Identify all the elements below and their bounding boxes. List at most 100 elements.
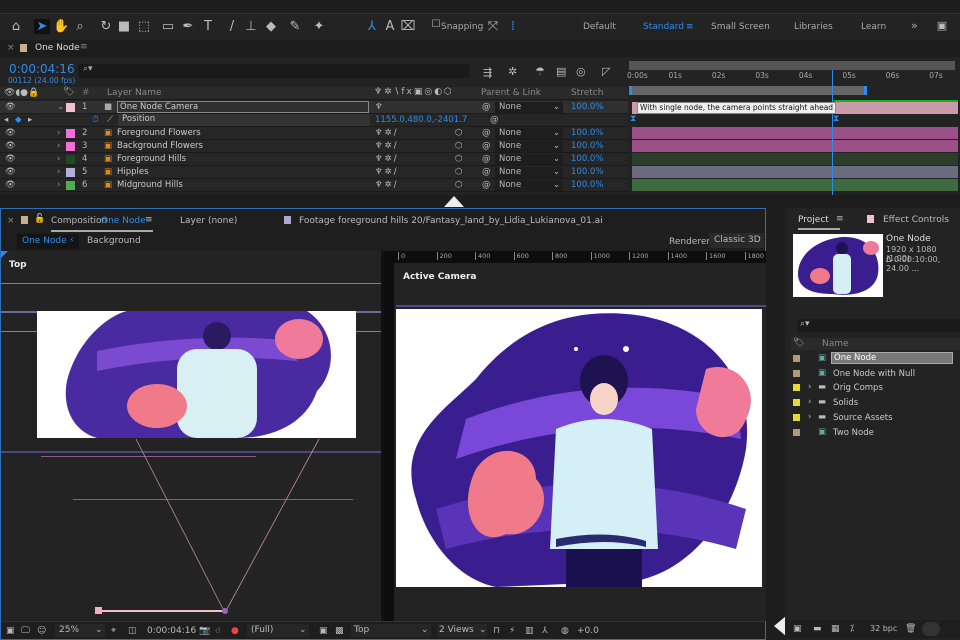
breadcrumb-background[interactable]: Background bbox=[87, 236, 141, 246]
comp-mini-flowchart-icon[interactable]: ⇶ bbox=[483, 66, 492, 79]
renderer-button[interactable]: Classic 3D bbox=[709, 233, 764, 248]
3d-layer-icon[interactable]: ⬡ bbox=[455, 154, 462, 164]
tab-menu-icon[interactable]: ≡ bbox=[145, 215, 153, 225]
world-axis-icon[interactable]: A bbox=[382, 19, 398, 34]
label-color[interactable] bbox=[793, 369, 800, 377]
reset-exposure-icon[interactable]: ◍ bbox=[561, 626, 569, 636]
shy-layers-icon[interactable]: ☂ bbox=[535, 65, 545, 78]
label-color[interactable] bbox=[66, 129, 75, 138]
pickwhip-icon[interactable]: @ bbox=[482, 141, 491, 151]
selection-tool-icon[interactable]: ➤ bbox=[34, 19, 50, 34]
magnification-dropdown[interactable]: 25% ⌄ bbox=[55, 624, 105, 637]
breadcrumb-current[interactable]: One Node ‹ bbox=[17, 234, 79, 249]
3d-layer-icon[interactable]: ⬡ bbox=[455, 128, 462, 138]
pickwhip-icon[interactable]: @ bbox=[482, 128, 491, 138]
flowchart-icon[interactable]: ⅄ bbox=[542, 626, 548, 636]
project-item-name[interactable]: Two Node bbox=[833, 428, 874, 438]
expand-chevron-icon[interactable]: › bbox=[808, 397, 811, 407]
label-color[interactable] bbox=[793, 413, 800, 421]
parent-dropdown[interactable]: None ⌄ bbox=[495, 128, 563, 139]
bit-depth-button[interactable]: 32 bpc bbox=[870, 624, 897, 633]
label-color[interactable] bbox=[793, 355, 800, 362]
project-item-name[interactable]: One Node with Null bbox=[833, 369, 915, 379]
workspace-libraries[interactable]: Libraries bbox=[794, 22, 833, 32]
label-color[interactable] bbox=[793, 428, 800, 436]
view-splitter[interactable] bbox=[381, 251, 384, 621]
more-workspaces-button[interactable]: » bbox=[911, 19, 918, 32]
project-item[interactable]: › ▬ Source Assets bbox=[785, 411, 960, 425]
timeline-tab-title[interactable]: One Node bbox=[35, 43, 80, 53]
layer-switches-icons[interactable]: ♆✲/ bbox=[375, 167, 399, 177]
layer-search-input[interactable]: ⌕▾ bbox=[78, 64, 470, 78]
layer-name[interactable]: Hipples bbox=[117, 167, 149, 177]
project-item-name[interactable]: Orig Comps bbox=[833, 383, 883, 393]
stretch-value[interactable]: 100.0% bbox=[571, 141, 603, 151]
project-item[interactable]: ▣ Two Node bbox=[785, 426, 960, 440]
pickwhip-icon[interactable]: @ bbox=[482, 180, 491, 190]
layer-name[interactable]: Background Flowers bbox=[117, 141, 203, 151]
tab-menu-icon[interactable]: ≡ bbox=[80, 42, 88, 52]
layer-switches-icons[interactable]: ♆✲/ bbox=[375, 141, 399, 151]
transparency-toggle-icon[interactable]: ▩ bbox=[335, 626, 344, 636]
pickwhip-icon[interactable]: @ bbox=[482, 167, 491, 177]
keyframe-icon[interactable]: ◆ bbox=[15, 115, 22, 125]
roto-brush-icon[interactable]: ✎ bbox=[287, 19, 303, 34]
layer-row[interactable]: 👁 › 3 ▣ Background Flowers ♆✲/ ⬡ @ None ⌄… bbox=[0, 140, 628, 153]
layer-duration-bar[interactable] bbox=[632, 140, 958, 152]
project-item-name[interactable]: One Node bbox=[831, 352, 953, 364]
project-item[interactable]: ▣ One Node with Null bbox=[785, 367, 960, 381]
parent-dropdown[interactable]: None ⌄ bbox=[495, 102, 563, 113]
position-value[interactable]: 1155.0,480.0,-2401.7 bbox=[375, 115, 467, 125]
local-axis-icon[interactable]: ⅄ bbox=[364, 19, 380, 34]
workspace-small-screen[interactable]: Small Screen bbox=[711, 22, 770, 32]
eraser-icon[interactable]: ◆ bbox=[263, 19, 279, 34]
stopwatch-icon[interactable]: ⏱ bbox=[92, 115, 99, 125]
toggle-view-icon[interactable]: ⊓ bbox=[493, 626, 500, 636]
project-item-name[interactable]: Source Assets bbox=[833, 413, 893, 423]
layer-duration-bar[interactable] bbox=[632, 166, 958, 178]
pickwhip-icon[interactable]: @ bbox=[482, 154, 491, 164]
position-property-row[interactable]: ◂ ◆ ▸ ⏱ ⟋ Position 1155.0,480.0,-2401.7 … bbox=[0, 114, 628, 127]
tab-menu-icon[interactable]: ≡ bbox=[836, 214, 844, 224]
new-comp-icon[interactable]: ▦ bbox=[831, 624, 840, 634]
monitor-icon[interactable]: 🖵 bbox=[21, 626, 30, 636]
project-item[interactable]: ▣ One Node bbox=[785, 352, 960, 366]
layer-duration-bar[interactable] bbox=[632, 127, 958, 139]
expand-chevron-icon[interactable]: › bbox=[808, 382, 811, 392]
project-item-name[interactable]: Solids bbox=[833, 398, 858, 408]
view-axis-icon[interactable]: ⌧ bbox=[400, 19, 416, 34]
parent-dropdown[interactable]: None ⌄ bbox=[495, 141, 563, 152]
next-keyframe-icon[interactable]: ▸ bbox=[28, 115, 32, 125]
3d-layer-icon[interactable]: ⬡ bbox=[455, 167, 462, 177]
pickwhip-icon[interactable]: @ bbox=[482, 102, 491, 112]
draft-3d-icon[interactable]: ✲ bbox=[508, 65, 517, 78]
mask-visibility-icon[interactable]: ☺ bbox=[37, 626, 46, 636]
show-snapshot-icon[interactable]: ☌ bbox=[215, 626, 221, 636]
label-color[interactable] bbox=[66, 168, 75, 177]
views-layout-dropdown[interactable]: 2 Views ⌄ bbox=[437, 624, 487, 637]
parent-dropdown[interactable]: None ⌄ bbox=[495, 167, 563, 178]
3d-layer-icon[interactable]: ⬡ bbox=[455, 180, 462, 190]
visibility-icon[interactable]: 👁 bbox=[5, 141, 16, 151]
layer-switches-icons[interactable]: ♆ bbox=[375, 102, 385, 112]
layer-switches-icons[interactable]: ♆✲/ bbox=[375, 128, 399, 138]
pan-behind-icon[interactable]: ⬚ bbox=[136, 19, 152, 34]
selected-item-name[interactable]: One Node bbox=[886, 234, 931, 244]
active-camera-view[interactable]: 0 200 400 600 800 1000 1200 1400 1600 1800 Active… bbox=[384, 251, 766, 621]
playhead[interactable] bbox=[831, 70, 833, 195]
layer-switches-icons[interactable]: ♆✲/ bbox=[375, 180, 399, 190]
stretch-value[interactable]: 100.0% bbox=[571, 128, 603, 138]
visibility-icon[interactable]: 👁 bbox=[5, 128, 16, 138]
motion-blur-icon[interactable]: ◎ bbox=[576, 65, 586, 78]
panel-toggle-icon[interactable]: ▣ bbox=[934, 19, 950, 32]
3d-layer-icon[interactable]: ⬡ bbox=[455, 141, 462, 151]
rotate-tool-icon[interactable]: ↻ bbox=[98, 19, 114, 34]
region-of-interest-icon[interactable]: ▣ bbox=[319, 626, 328, 636]
expand-chevron-icon[interactable]: › bbox=[57, 167, 60, 177]
graph-editor-icon[interactable]: ◸ bbox=[602, 65, 610, 78]
marker-comment[interactable]: With single node, the camera points stra… bbox=[637, 102, 837, 114]
label-color[interactable] bbox=[66, 155, 75, 164]
stretch-value[interactable]: 100.0% bbox=[571, 167, 603, 177]
comp-tab-prefix[interactable]: Composition bbox=[51, 216, 107, 226]
workspace-default[interactable]: Default bbox=[583, 22, 616, 32]
